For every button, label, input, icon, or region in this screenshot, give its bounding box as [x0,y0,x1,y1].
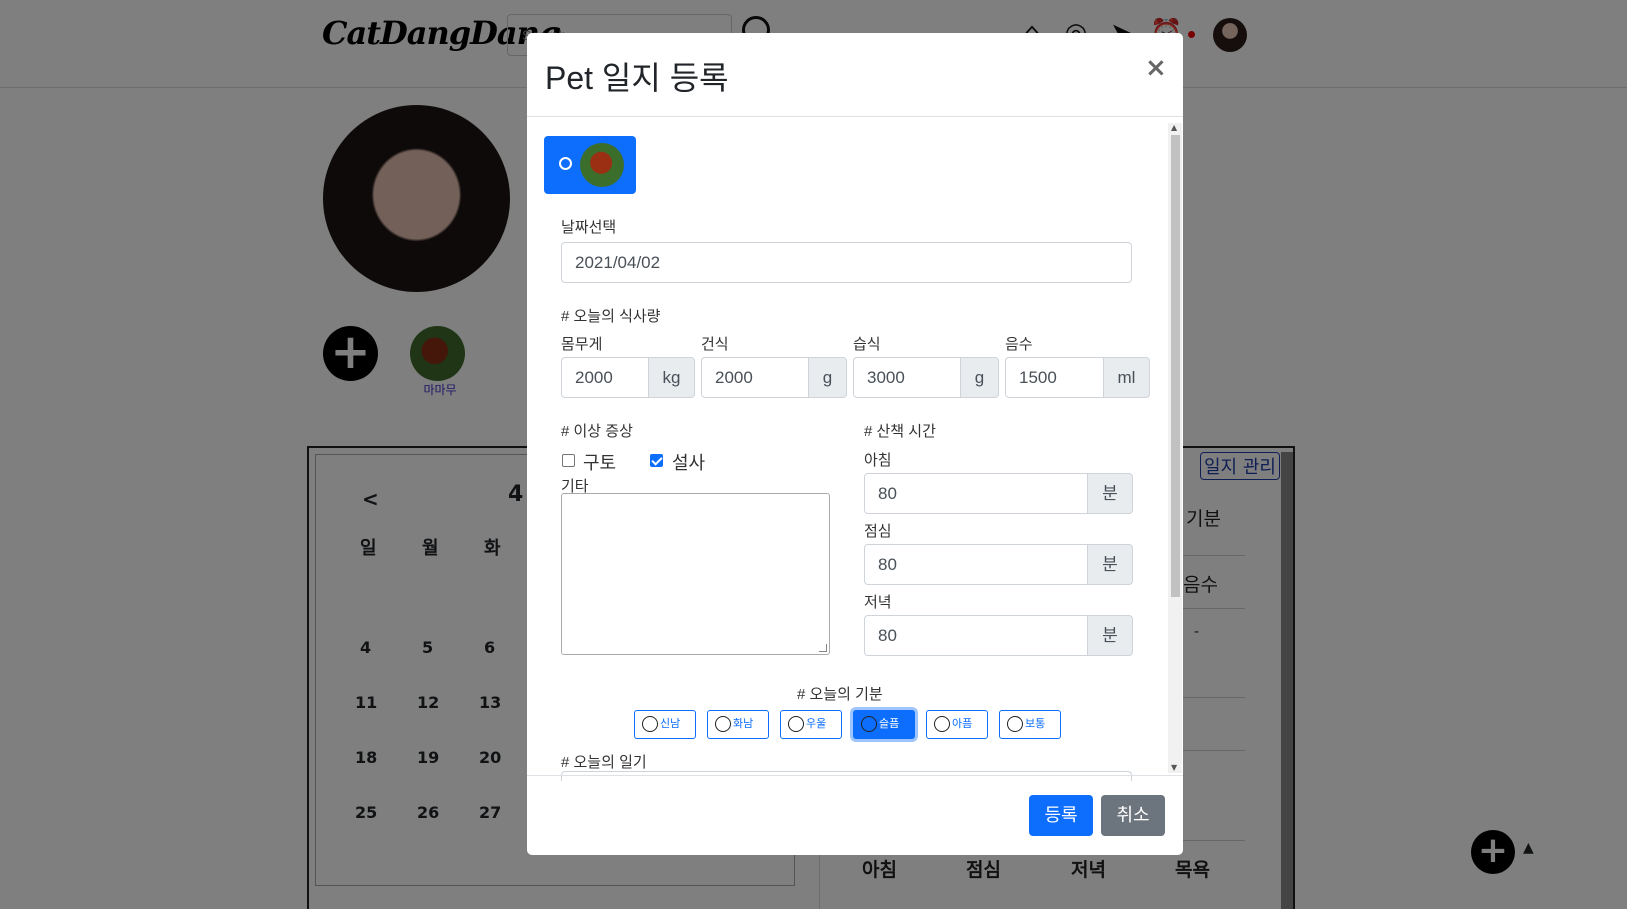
resize-handle[interactable] [819,644,827,652]
morning-walk-label: 아침 [864,452,892,469]
wet-food-label: 습식 [853,336,881,353]
date-input[interactable]: 2021/04/02 [561,242,1132,283]
lunch-walk-unit: 분 [1087,544,1133,585]
diarrhea-checkbox[interactable] [650,454,663,467]
modal-header: Pet 일지 등록 × [527,33,1183,117]
scrollbar-thumb[interactable] [1171,135,1180,597]
pet-journal-modal: Pet 일지 등록 × ▲ ▼ 날짜선택 2021/04/02 # 오늘의 식사… [527,33,1183,855]
symptom-section-title: # 이상 증상 [561,423,633,440]
cancel-button[interactable]: 취소 [1101,795,1165,836]
face-icon [1007,715,1023,732]
close-icon[interactable]: × [1145,53,1167,83]
mood-label: 보통 [1025,718,1046,730]
lunch-walk-label: 점심 [864,523,892,540]
weight-label: 몸무게 [561,336,603,353]
morning-walk-unit: 분 [1087,473,1133,514]
date-label: 날짜선택 [561,219,617,236]
weight-input[interactable]: 2000 [561,357,649,398]
mood-button[interactable]: 아픔 [926,710,988,739]
dry-food-label: 건식 [701,336,729,353]
water-label: 음수 [1005,336,1033,353]
face-icon [934,715,950,732]
walk-section-title: # 산책 시간 [864,423,936,440]
water-input[interactable]: 1500 [1005,357,1104,398]
vomit-label[interactable]: 구토 [583,449,616,475]
face-icon [788,715,804,732]
pet-radio[interactable] [559,157,572,170]
face-icon [715,715,731,732]
submit-button[interactable]: 등록 [1029,795,1093,836]
dinner-walk-label: 저녁 [864,594,892,611]
dinner-walk-unit: 분 [1087,615,1133,656]
mood-label: 화남 [733,718,754,730]
mood-label: 우울 [806,718,827,730]
scroll-up-icon[interactable]: ▲ [1171,123,1177,132]
face-icon [642,715,658,732]
pet-select-option[interactable] [544,136,636,194]
wet-food-input[interactable]: 3000 [853,357,961,398]
diary-section-title: # 오늘의 일기 [561,754,647,771]
mood-label: 아픔 [952,718,973,730]
mood-button[interactable]: 우울 [780,710,842,739]
weight-unit: kg [648,357,695,398]
scroll-down-icon[interactable]: ▼ [1171,763,1177,772]
face-icon [861,715,877,732]
dry-food-unit: g [808,357,847,398]
mood-label: 슬픔 [879,718,900,730]
mood-button[interactable]: 슬픔 [853,710,915,739]
dry-food-input[interactable]: 2000 [701,357,809,398]
lunch-walk-input[interactable]: 80 [864,544,1088,585]
mood-button[interactable]: 화남 [707,710,769,739]
wet-food-unit: g [960,357,999,398]
vomit-checkbox[interactable] [562,454,575,467]
mood-button[interactable]: 보통 [999,710,1061,739]
modal-title: Pet 일지 등록 [545,60,729,96]
mood-label: 신남 [660,718,681,730]
dinner-walk-input[interactable]: 80 [864,615,1088,656]
water-unit: ml [1103,357,1150,398]
meal-section-title: # 오늘의 식사량 [561,308,661,325]
mood-button[interactable]: 신남 [634,710,696,739]
diarrhea-label[interactable]: 설사 [672,449,705,475]
pet-thumbnail [580,143,624,187]
mood-section-title: # 오늘의 기분 [797,686,883,703]
etc-textarea[interactable] [561,493,830,655]
morning-walk-input[interactable]: 80 [864,473,1088,514]
